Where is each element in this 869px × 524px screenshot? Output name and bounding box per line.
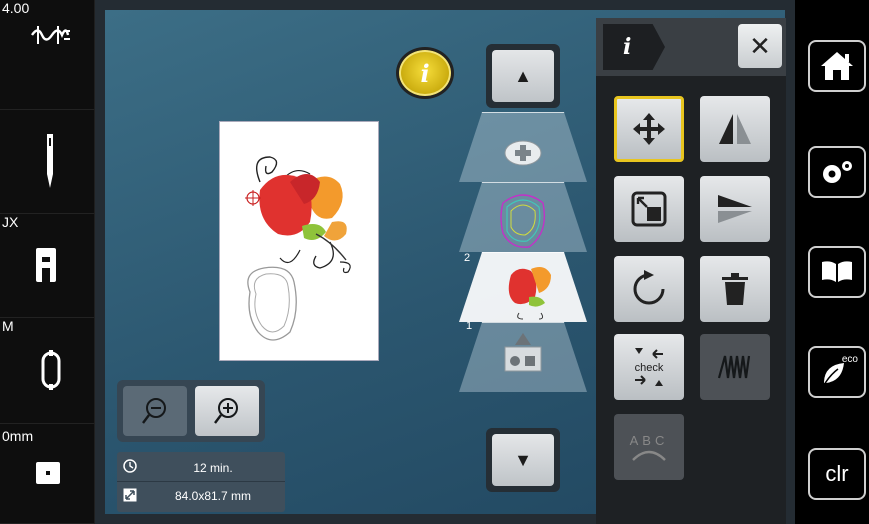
stitch-width-value: 0mm [2, 428, 34, 444]
layer-1-number: 1 [466, 320, 473, 332]
info-button-label: i [420, 58, 430, 88]
resize-button[interactable] [614, 176, 684, 242]
check-size-button[interactable]: check [614, 334, 684, 400]
close-button[interactable]: ✕ [738, 24, 782, 68]
embroidery-design-preview [245, 156, 351, 341]
check-arrows-bottom-icon [635, 375, 663, 386]
panel-header: i ✕ [596, 18, 786, 76]
delete-button[interactable] [700, 256, 770, 322]
layer-2-number: 2 [464, 252, 471, 264]
move-button[interactable] [614, 96, 684, 162]
clear-button[interactable]: clr [808, 448, 866, 500]
arrow-down-icon: ▼ [514, 449, 532, 470]
rotate-button[interactable] [614, 256, 684, 322]
home-button[interactable] [808, 40, 866, 92]
move-arrows-icon [633, 113, 665, 145]
eco-label: eco [841, 354, 858, 365]
scroll-down-button[interactable]: ▼ [486, 428, 560, 492]
arrow-up-icon: ▲ [514, 65, 532, 86]
stitch-plate-icon [36, 462, 60, 489]
design-info-card: 12 min. 84.0x81.7 mm [117, 452, 285, 512]
mirror-vertical-icon [718, 195, 752, 223]
stitch-density-icon [717, 355, 751, 379]
size-row: 84.0x81.7 mm [117, 482, 285, 510]
zoom-controls [117, 380, 265, 442]
info-tab[interactable]: i [603, 24, 665, 70]
info-tab-label: i [623, 34, 632, 60]
hoop-preview[interactable] [219, 121, 379, 361]
edit-panel: i ✕ check ABC [596, 18, 786, 524]
arc-icon [632, 450, 666, 461]
mirror-vertical-button[interactable] [700, 176, 770, 242]
eco-button[interactable]: eco [808, 346, 866, 398]
presser-foot-icon [36, 248, 56, 287]
zoom-out-icon [142, 398, 166, 424]
stitch-density-button [700, 334, 770, 400]
check-arrows-top-icon [635, 348, 663, 359]
design-size: 84.0x81.7 mm [174, 489, 252, 503]
hoop-label: M [2, 318, 14, 334]
clr-label: clr [825, 461, 849, 486]
zoom-in-icon [214, 398, 238, 424]
size-icon [117, 488, 141, 505]
info-button[interactable]: i [396, 47, 454, 99]
needle-status[interactable] [0, 110, 95, 214]
status-column: 4.00 JX M 0mm [0, 0, 95, 524]
check-label: check [634, 362, 664, 374]
hoop-status[interactable]: M [0, 318, 95, 424]
presser-foot-label: JX [2, 214, 19, 230]
text-arc-button: ABC [614, 414, 684, 480]
upper-thread-tension-value: 4.00 [2, 0, 30, 16]
clock-icon [117, 459, 141, 476]
book-icon [822, 261, 852, 282]
tutorial-button[interactable] [808, 246, 866, 298]
thread-tension-icon [30, 22, 70, 53]
setup-button[interactable] [808, 146, 866, 198]
mirror-horizontal-button[interactable] [700, 96, 770, 162]
mirror-horizontal-icon [719, 114, 751, 144]
presser-foot-status[interactable]: JX [0, 214, 95, 318]
resize-icon [631, 191, 667, 227]
scroll-up-button[interactable]: ▲ [486, 44, 560, 108]
tool-grid: check ABC [596, 76, 786, 524]
text-arc-label: ABC [629, 432, 669, 448]
stitch-time: 12 min. [193, 460, 233, 475]
system-buttons-column: eco clr [795, 0, 869, 524]
hoop-icon [40, 350, 62, 395]
close-icon: ✕ [749, 30, 771, 61]
time-row: 12 min. [117, 454, 285, 482]
rotate-icon [633, 270, 665, 305]
zoom-in-button[interactable] [195, 386, 259, 436]
trash-icon [722, 273, 748, 305]
needle-icon [43, 132, 57, 195]
gears-icon [823, 161, 852, 183]
home-icon [821, 52, 853, 80]
zoom-out-button[interactable] [123, 386, 187, 436]
stitch-width-status[interactable]: 0mm [0, 424, 95, 524]
upper-thread-tension-status[interactable]: 4.00 [0, 0, 95, 110]
